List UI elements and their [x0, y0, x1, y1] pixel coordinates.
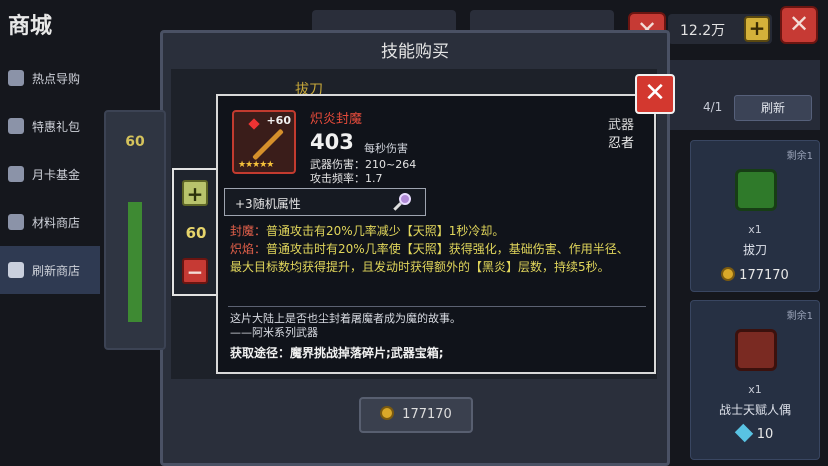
dialog-title: 技能购买: [381, 42, 449, 62]
sidebar: 热点导购 特惠礼包 月卡基金 材料商店 刷新商店: [0, 54, 100, 294]
price-value: 10: [756, 427, 774, 442]
cart-icon: [8, 70, 24, 86]
lore-line: ——阿米系列武器: [230, 326, 318, 339]
effect-line: 炽焰：普通攻击时有20%几率使【天照】获得强化，基础伤害、作用半径、最大目标数均…: [230, 240, 640, 276]
doll-icon: [735, 329, 777, 371]
random-attribute-label: +3随机属性: [235, 197, 301, 211]
increase-button[interactable]: +: [182, 180, 208, 206]
item-price: 177170: [691, 267, 819, 283]
quantity-slider-panel: 60: [104, 110, 166, 350]
gem-icon: [734, 423, 753, 443]
sidebar-item-refresh-shop[interactable]: 刷新商店: [0, 246, 100, 294]
quantity-stepper: + 60 −: [172, 168, 218, 296]
effect-line: 封魔：普通攻击有20%几率减少【天照】1秒冷却。: [230, 222, 640, 240]
item-detail-card: +60 ★★★★★ 炽炎封魔 403 每秒伤害 武器伤害：210~264 攻击频…: [216, 94, 656, 374]
money-display: 12.2万 +: [668, 14, 772, 44]
item-price: 10: [691, 423, 819, 443]
dps-value: 403: [310, 130, 354, 154]
quantity-value: 60: [185, 224, 207, 242]
buy-price: 177170: [402, 407, 452, 422]
lore-line: 这片大陆上是否也尘封着屠魔者成为魔的故事。: [230, 312, 461, 325]
weapon-level: +60: [266, 114, 291, 127]
quantity-slider[interactable]: [128, 202, 142, 322]
sidebar-item-label: 特惠礼包: [32, 119, 81, 134]
book-icon: [735, 169, 777, 211]
sidebar-item-label: 材料商店: [32, 215, 81, 230]
weapon-name: 炽炎封魔: [310, 112, 363, 127]
close-detail-button[interactable]: ✕: [635, 74, 675, 114]
refresh-count: 4/1: [703, 100, 723, 114]
remain-label: 剩余1: [786, 311, 813, 322]
item-qty: x1: [748, 223, 762, 236]
acquire-source: 获取途径：魔界挑战掉落碎片;武器宝箱;: [230, 346, 444, 360]
effect-text: 普通攻击时有20%几率使【天照】获得强化，基础伤害、作用半径、最大目标数均获得提…: [230, 242, 629, 274]
sidebar-item-hot[interactable]: 热点导购: [0, 54, 100, 102]
dps-label: 每秒伤害: [364, 142, 408, 155]
effect-text: 普通攻击有20%几率减少【天照】1秒冷却。: [266, 224, 505, 238]
close-shop-button[interactable]: ✕: [780, 6, 818, 44]
sidebar-item-label: 热点导购: [32, 71, 81, 86]
gift-icon: [8, 118, 24, 134]
star-rating: ★★★★★: [238, 160, 274, 170]
slider-fill: [128, 202, 142, 322]
sidebar-item-monthly[interactable]: 月卡基金: [0, 150, 100, 198]
attack-rate: 攻击频率：1.7: [310, 172, 383, 185]
decrease-button[interactable]: −: [182, 258, 208, 284]
buy-button[interactable]: 177170: [359, 397, 473, 433]
item-name: 战士天赋人偶: [718, 403, 791, 417]
sidebar-item-gift[interactable]: 特惠礼包: [0, 102, 100, 150]
lore-text: 这片大陆上是否也尘封着屠魔者成为魔的故事。 ——阿米系列武器: [230, 312, 461, 340]
money-amount: 12.2万: [680, 23, 726, 39]
coin-icon: [380, 406, 395, 420]
remain-label: 剩余1: [786, 151, 813, 162]
quantity-value: 60: [125, 134, 145, 150]
shop-item-card[interactable]: 剩余1 x1 拔刀 177170: [690, 140, 820, 292]
sidebar-item-material[interactable]: 材料商店: [0, 198, 100, 246]
effect-tag: 炽焰：: [230, 242, 267, 256]
handshake-icon: [8, 166, 24, 182]
divider: [228, 306, 646, 307]
page-title: 商城: [8, 14, 53, 39]
add-money-button[interactable]: +: [744, 16, 770, 42]
effect-tag: 封魔：: [230, 224, 267, 238]
ruby-icon: [248, 118, 260, 130]
sidebar-item-label: 刷新商店: [32, 263, 81, 278]
weapon-icon: +60 ★★★★★: [232, 110, 296, 174]
hourglass-icon: [8, 262, 24, 278]
weapon-type: 武器: [607, 118, 634, 133]
weapon-class: 忍者: [607, 136, 634, 151]
sidebar-item-label: 月卡基金: [32, 167, 81, 182]
item-name: 拔刀: [742, 243, 767, 257]
sword-icon: [252, 128, 284, 161]
random-attribute-box[interactable]: +3随机属性: [224, 188, 426, 216]
gem-icon: [8, 214, 24, 230]
coin-icon: [721, 267, 736, 281]
shop-item-card[interactable]: 剩余1 x1 战士天赋人偶 10: [690, 300, 820, 460]
price-value: 177170: [739, 268, 789, 283]
item-qty: x1: [748, 383, 762, 396]
magnifier-icon[interactable]: [393, 193, 411, 211]
refresh-button[interactable]: 刷新: [734, 95, 812, 121]
